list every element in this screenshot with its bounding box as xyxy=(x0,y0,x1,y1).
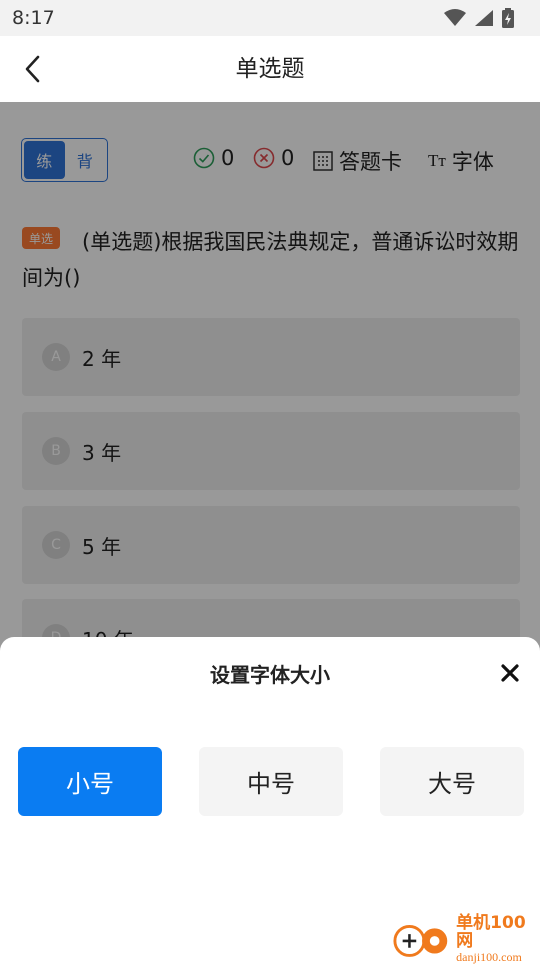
wifi-icon xyxy=(444,9,466,26)
cell-signal-icon xyxy=(475,10,493,26)
battery-icon xyxy=(502,8,514,28)
close-button[interactable] xyxy=(498,661,522,685)
font-small-button[interactable]: 小号 xyxy=(18,747,162,816)
sheet-title: 设置字体大小 xyxy=(210,663,330,687)
watermark-url: danji100.com xyxy=(456,949,522,964)
watermark: 单机100网 danji100.com xyxy=(392,913,540,964)
close-icon xyxy=(501,664,519,682)
watermark-name: 单机100网 xyxy=(456,913,526,951)
status-bar: 8:17 xyxy=(0,0,540,36)
nav-bar: 单选题 xyxy=(0,36,540,102)
status-icons xyxy=(444,8,514,28)
watermark-text: 单机100网 danji100.com xyxy=(456,913,540,964)
watermark-logo-icon xyxy=(393,925,448,958)
status-time: 8:17 xyxy=(12,7,55,29)
font-medium-button[interactable]: 中号 xyxy=(199,747,343,816)
page-title: 单选题 xyxy=(235,56,305,82)
font-large-button[interactable]: 大号 xyxy=(380,747,524,816)
font-size-sheet: 设置字体大小 小号 中号 大号 xyxy=(0,637,540,960)
